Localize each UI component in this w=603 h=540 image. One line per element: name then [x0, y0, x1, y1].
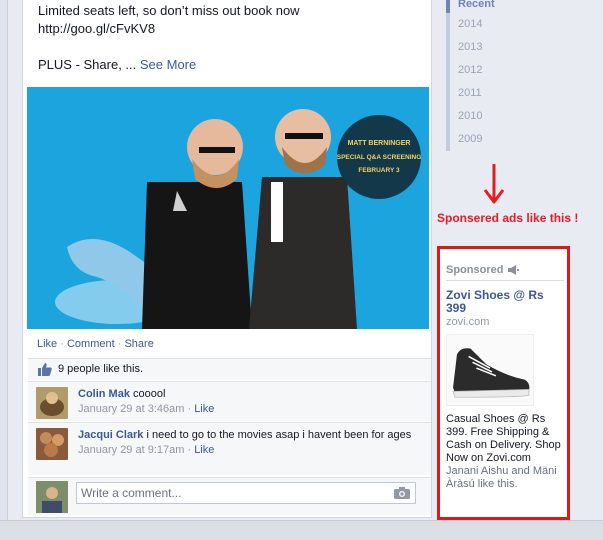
timeline-year[interactable]: 2011: [446, 82, 596, 105]
timeline-years: Recent 2014 2013 2012 2011 2010 2009: [446, 0, 596, 151]
camera-icon[interactable]: [394, 487, 410, 499]
ad-body: Casual Shoes @ Rs 399. Free Shipping & C…: [446, 413, 561, 464]
comment-time[interactable]: January 29 at 9:17am: [78, 444, 184, 456]
comment-author[interactable]: Colin Mak: [78, 388, 130, 400]
avatar: [36, 481, 68, 513]
photo-illustration: MATT BERNINGER SPECIAL Q&A SCREENING FEB…: [27, 87, 429, 329]
see-more-link[interactable]: See More: [140, 57, 196, 72]
post-plus-text: PLUS - Share, ...: [38, 57, 140, 72]
badge-line-3: FEBRUARY 3: [358, 167, 400, 174]
annotation-label: Sponsered ads like this !: [437, 211, 579, 225]
ad-domain: zovi.com: [446, 316, 490, 328]
comment-link[interactable]: Comment: [67, 338, 115, 350]
post-text: Limited seats left, so don’t miss out bo…: [23, 0, 431, 74]
ad-social-proof: Janani Aishu and Mäni Àràsú like this.: [446, 465, 557, 490]
ad-title[interactable]: Zovi Shoes @ Rs 399: [446, 289, 563, 315]
comment-input[interactable]: [76, 482, 416, 504]
post-link[interactable]: http://goo.gl/cFvKV8: [38, 21, 155, 36]
sponsored-label: Sponsored: [446, 264, 504, 276]
post-text-line: Limited seats left, so don’t miss out bo…: [38, 3, 300, 18]
comment-author[interactable]: Jacqui Clark: [78, 429, 143, 441]
left-rail: [0, 0, 8, 520]
shoe-image[interactable]: [446, 334, 534, 406]
timeline-year[interactable]: 2010: [446, 105, 596, 128]
sponsored-ad-box: Sponsored Zovi Shoes @ Rs 399 zovi.com C…: [437, 246, 570, 520]
comment-item: Colin Mak cooool January 29 at 3:46am · …: [28, 381, 431, 421]
separator-dot: ·: [117, 338, 122, 350]
timeline-recent[interactable]: Recent: [446, 0, 596, 13]
badge-line-2: SPECIAL Q&A SCREENING: [337, 154, 422, 161]
avatar[interactable]: [36, 428, 68, 460]
timeline-year[interactable]: 2013: [446, 36, 596, 59]
comment-like-link[interactable]: Like: [194, 444, 214, 456]
like-link[interactable]: Like: [37, 338, 57, 350]
post-actions: Like · Comment · Share: [27, 332, 429, 356]
comment-item: Jacqui Clark i need to go to the movies …: [28, 422, 431, 475]
likes-summary: 9 people like this.: [28, 358, 431, 380]
timeline-year[interactable]: 2009: [446, 128, 596, 151]
timeline-year[interactable]: 2014: [446, 13, 596, 36]
comment-like-link[interactable]: Like: [194, 403, 214, 415]
comment-text: i need to go to the movies asap i havent…: [146, 429, 412, 441]
comment-composer: [28, 477, 431, 515]
comment-time[interactable]: January 29 at 3:46am: [78, 403, 184, 415]
sponsored-header: Sponsored: [446, 264, 564, 281]
arrow-down-icon: [483, 164, 505, 204]
bottom-strip: [0, 520, 603, 540]
timeline-year[interactable]: 2012: [446, 59, 596, 82]
thumbs-up-icon: [38, 363, 52, 376]
badge-line-1: MATT BERNINGER: [348, 140, 411, 147]
avatar[interactable]: [36, 387, 68, 419]
likes-text[interactable]: 9 people like this.: [58, 363, 143, 375]
megaphone-icon[interactable]: [507, 265, 520, 275]
share-link[interactable]: Share: [124, 338, 153, 350]
post-photo[interactable]: MATT BERNINGER SPECIAL Q&A SCREENING FEB…: [27, 87, 429, 329]
separator-dot: ·: [60, 338, 64, 350]
comment-text: cooool: [133, 388, 166, 400]
